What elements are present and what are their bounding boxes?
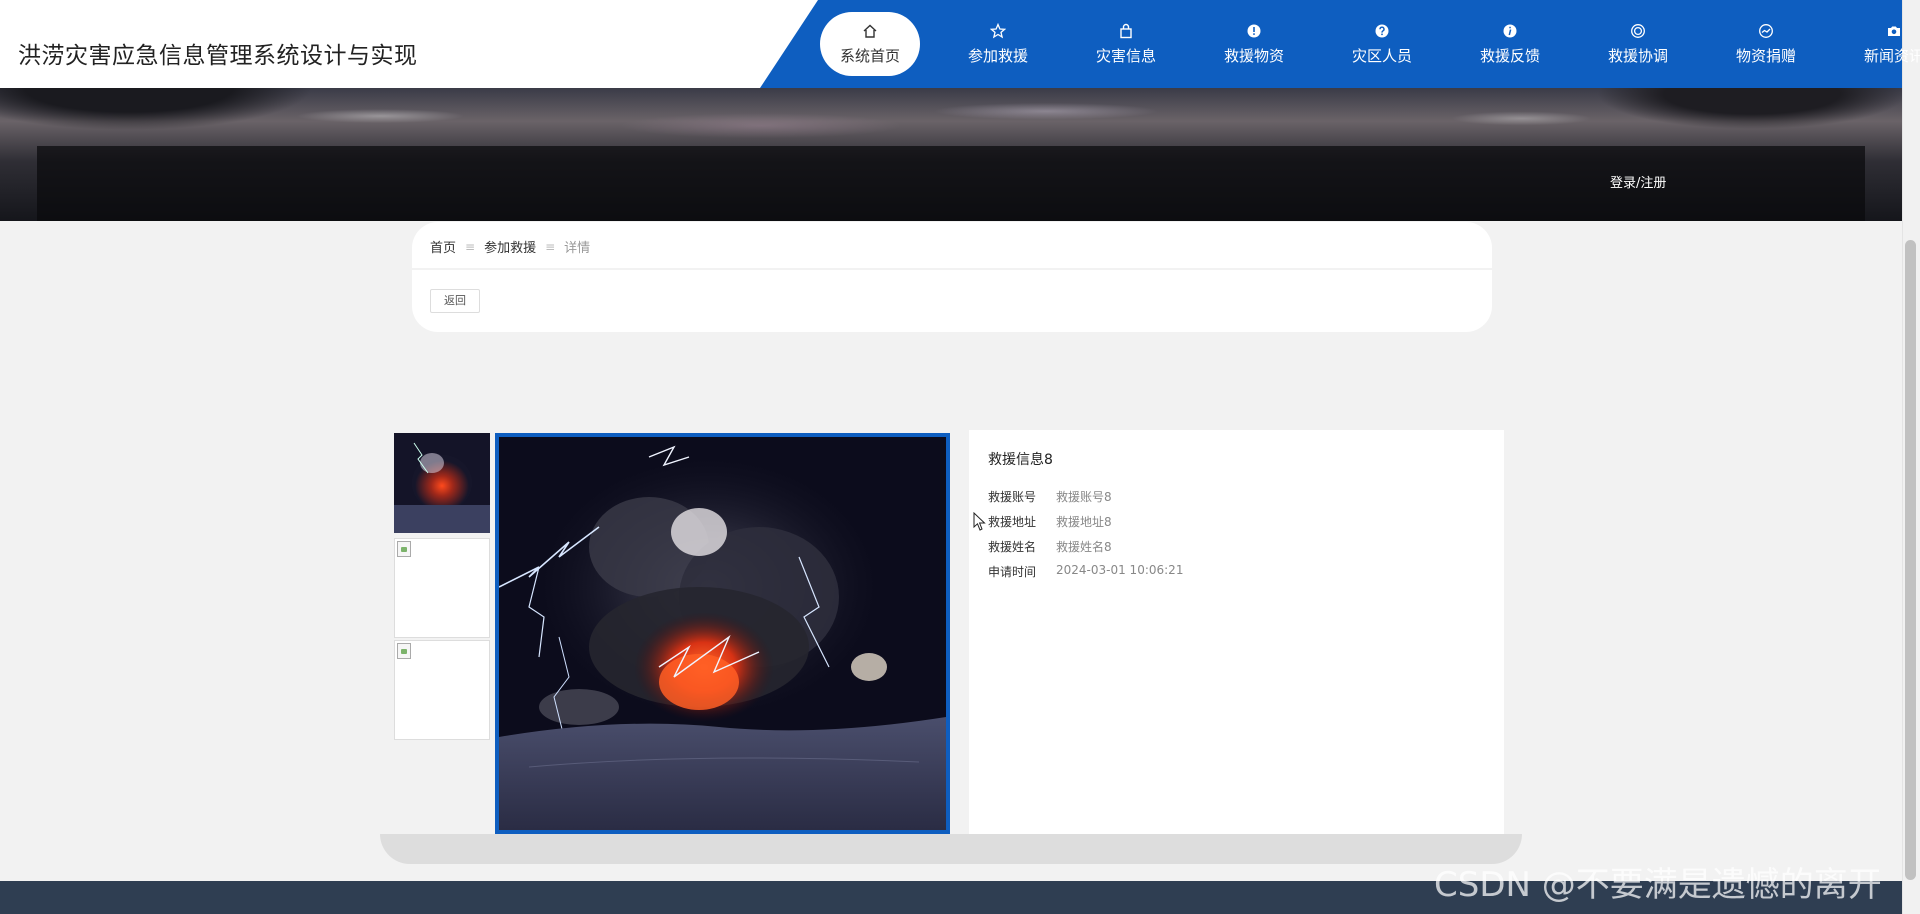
nav-item-label: 灾害信息 — [1095, 46, 1156, 65]
main-image — [495, 433, 950, 834]
detail-key: 救援姓名 — [988, 540, 1037, 554]
nav-item-label: 救援反馈 — [1479, 46, 1540, 65]
volcano-thumbnail-image — [394, 433, 490, 533]
question-circle-icon — [1375, 24, 1389, 37]
detail-key: 救援账号 — [988, 490, 1037, 504]
thumbnail-1[interactable] — [394, 433, 490, 533]
broken-image-icon — [397, 643, 411, 659]
home-icon — [863, 24, 877, 38]
breadcrumb-home[interactable]: 首页 — [430, 237, 456, 256]
detail-value: 救援地址8 — [1056, 515, 1112, 529]
detail-row-account: 救援账号 救援账号8 — [988, 488, 1112, 505]
thumbnail-3[interactable] — [394, 640, 490, 740]
nav-item-label: 救援协调 — [1607, 46, 1668, 65]
camera-icon — [1888, 26, 1900, 36]
nav-item-disaster-info[interactable]: 灾害信息 — [1062, 12, 1190, 76]
main-nav: 系统首页 参加救援 灾害信息 救援物资 灾区人员 救援反馈 救援协调 物资捐赠 — [820, 0, 1920, 88]
nav-item-rescue-supplies[interactable]: 救援物资 — [1190, 12, 1318, 76]
nav-item-label: 参加救援 — [967, 46, 1028, 65]
alert-circle-icon — [1247, 24, 1261, 37]
hero-banner: 登录/注册 — [0, 88, 1902, 221]
star-icon — [990, 22, 1006, 38]
login-register-link[interactable]: 登录/注册 — [1610, 172, 1666, 191]
nav-item-rescue-coordination[interactable]: 救援协调 — [1574, 12, 1702, 76]
nav-item-donations[interactable]: 物资捐赠 — [1702, 12, 1830, 76]
nav-item-news[interactable]: 新闻资讯 — [1830, 12, 1920, 76]
header: 洪涝灾害应急信息管理系统设计与实现 系统首页 参加救援 灾害信息 救援物资 灾区… — [0, 0, 1920, 88]
broken-image-icon — [397, 541, 411, 557]
detail-key: 救援地址 — [988, 515, 1037, 529]
mouse-cursor-icon — [973, 512, 986, 531]
thumbnail-2[interactable] — [394, 538, 490, 638]
detail-row-address: 救援地址 救援地址8 — [988, 513, 1112, 530]
nav-item-home[interactable]: 系统首页 — [820, 12, 920, 76]
detail-row-name: 救援姓名 救援姓名8 — [988, 538, 1112, 555]
info-circle-icon — [1503, 24, 1517, 37]
nav-item-label: 救援物资 — [1223, 46, 1284, 65]
nav-item-rescue-feedback[interactable]: 救援反馈 — [1446, 12, 1574, 76]
breadcrumb: 首页 ≡ 参加救援 ≡ 详情 — [430, 237, 591, 257]
detail-row-time: 申请时间 2024-03-01 10:06:21 — [988, 563, 1183, 580]
breadcrumb-separator: ≡ — [465, 239, 476, 254]
breadcrumb-section[interactable]: 参加救援 — [484, 237, 536, 256]
csdn-watermark: CSDN @不要满是遗憾的离开 — [1434, 865, 1882, 905]
nav-item-label: 系统首页 — [839, 46, 900, 65]
back-button[interactable]: 返回 — [430, 289, 480, 313]
nav-item-label: 灾区人员 — [1351, 46, 1412, 65]
nav-item-label: 新闻资讯 — [1863, 46, 1920, 65]
detail-value: 救援账号8 — [1056, 490, 1112, 504]
content-shadow — [380, 834, 1522, 864]
target-icon — [1631, 23, 1645, 38]
scrollbar-thumb[interactable] — [1905, 240, 1916, 880]
panel-divider — [412, 268, 1492, 270]
nav-item-label: 物资捐赠 — [1735, 46, 1796, 65]
nav-item-affected-people[interactable]: 灾区人员 — [1318, 12, 1446, 76]
site-title: 洪涝灾害应急信息管理系统设计与实现 — [18, 43, 418, 69]
banner-overlay-bar — [37, 146, 1865, 221]
detail-title: 救援信息8 — [988, 452, 1053, 468]
banner-rock — [1500, 88, 1902, 148]
breadcrumb-current: 详情 — [564, 241, 591, 256]
detail-value: 2024-03-01 10:06:21 — [1056, 563, 1184, 577]
volcano-lightning-image — [499, 437, 946, 830]
detail-value: 救援姓名8 — [1056, 540, 1112, 554]
breadcrumb-separator: ≡ — [545, 239, 556, 254]
bag-icon — [1120, 23, 1132, 38]
banner-rock — [0, 88, 430, 148]
nav-item-join-rescue[interactable]: 参加救援 — [934, 12, 1062, 76]
gauge-icon — [1759, 23, 1773, 38]
detail-key: 申请时间 — [988, 565, 1037, 579]
